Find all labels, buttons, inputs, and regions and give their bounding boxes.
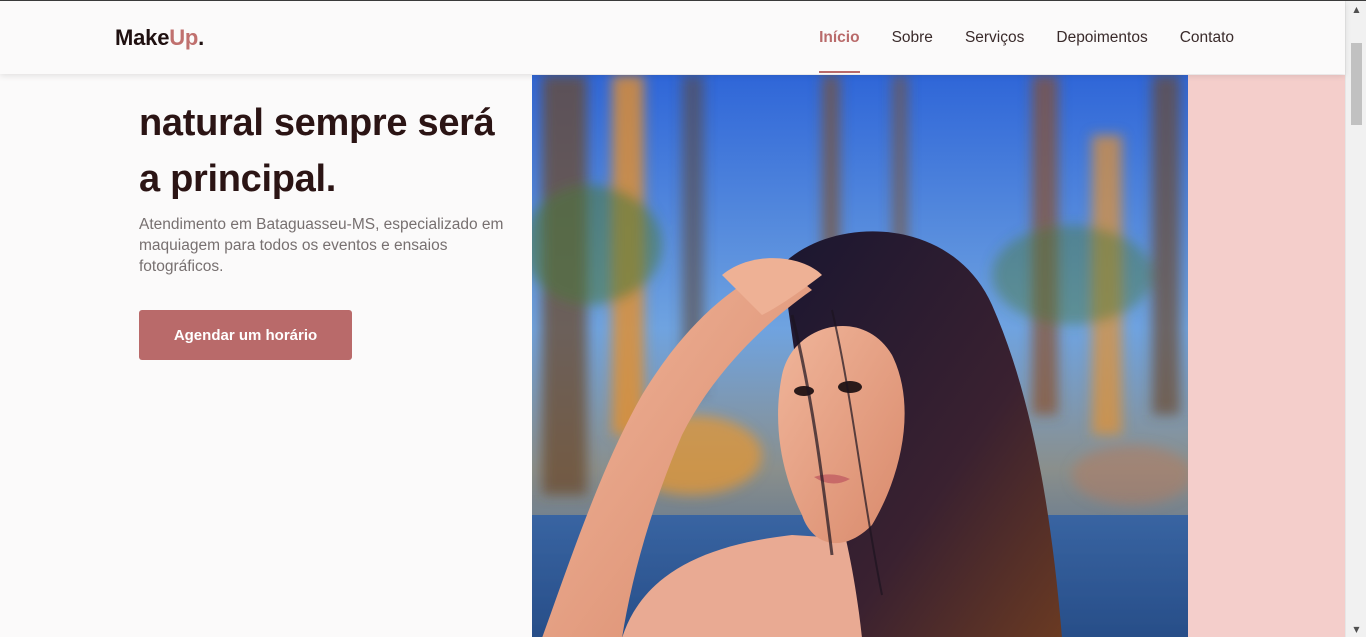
- scroll-down-arrow-icon[interactable]: ▼: [1346, 621, 1366, 637]
- page-scrollbar[interactable]: ▲ ▼: [1345, 1, 1366, 637]
- logo[interactable]: MakeUp.: [115, 25, 204, 51]
- schedule-button[interactable]: Agendar um horário: [139, 310, 352, 360]
- hero-title-line-2: a principal.: [139, 158, 337, 200]
- main-nav: Início Sobre Serviços Depoimentos Contat…: [787, 1, 1234, 74]
- hero-title-line-1: natural sempre será: [139, 102, 495, 144]
- scroll-up-arrow-icon[interactable]: ▲: [1346, 1, 1366, 18]
- nav-item-contato[interactable]: Contato: [1180, 1, 1234, 74]
- nav-item-inicio[interactable]: Início: [819, 1, 861, 74]
- nav-item-sobre[interactable]: Sobre: [892, 1, 933, 74]
- nav-item-depoimentos[interactable]: Depoimentos: [1056, 1, 1147, 74]
- logo-dot: .: [198, 25, 205, 50]
- nav-item-servicos[interactable]: Serviços: [965, 1, 1024, 74]
- logo-prefix: Make: [115, 25, 170, 50]
- hero-photo: [532, 75, 1188, 637]
- site-header: MakeUp. Início Sobre Serviços Depoimento…: [0, 1, 1345, 74]
- scrollbar-thumb[interactable]: [1351, 43, 1362, 125]
- logo-accent: Up: [169, 25, 199, 50]
- hero-description: Atendimento em Bataguasseu-MS, especiali…: [139, 216, 504, 275]
- decorative-pink-block: [1188, 75, 1345, 637]
- hero-photo-illustration: [532, 75, 1188, 637]
